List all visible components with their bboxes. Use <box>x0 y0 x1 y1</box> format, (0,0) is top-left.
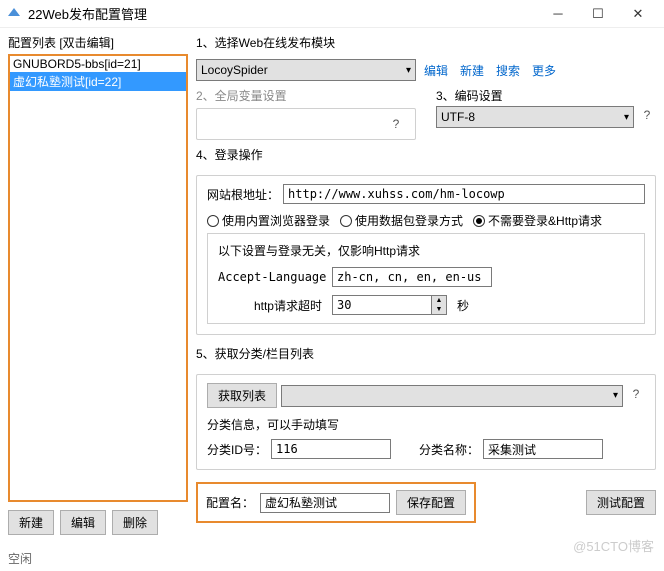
module-combo[interactable]: LocoySpider ▾ <box>196 59 416 81</box>
timeout-unit: 秒 <box>457 297 469 314</box>
titlebar: 22Web发布配置管理 ─ ☐ ✕ <box>0 0 664 28</box>
watermark: @51CTO博客 <box>573 536 654 555</box>
section2-label: 2、全局变量设置 <box>196 87 416 104</box>
cat-id-label: 分类ID号： <box>207 441 267 458</box>
help-icon[interactable]: ? <box>638 108 656 126</box>
minimize-button[interactable]: ─ <box>538 6 578 21</box>
category-combo[interactable]: ▾ <box>281 385 623 407</box>
edit-link[interactable]: 编辑 <box>420 62 452 79</box>
delete-button[interactable]: 删除 <box>112 510 158 535</box>
section4-label: 4、登录操作 <box>196 146 656 163</box>
spin-down-icon[interactable]: ▼ <box>432 305 446 314</box>
spin-up-icon[interactable]: ▲ <box>432 296 446 305</box>
get-list-button[interactable]: 获取列表 <box>207 383 277 408</box>
chevron-down-icon: ▾ <box>406 65 411 76</box>
edit-button[interactable]: 编辑 <box>60 510 106 535</box>
config-list-header: 配置列表 [双击编辑] <box>8 34 188 51</box>
module-combo-value: LocoySpider <box>201 63 268 77</box>
accept-language-input[interactable] <box>332 267 492 287</box>
close-button[interactable]: ✕ <box>618 6 658 22</box>
save-box: 配置名： 保存配置 <box>196 482 476 523</box>
config-name-input[interactable] <box>260 493 390 513</box>
timeout-input[interactable] <box>332 295 432 315</box>
login-radio-packet[interactable]: 使用数据包登录方式 <box>340 212 463 229</box>
timeout-label: http请求超时 <box>218 297 328 314</box>
encoding-value: UTF-8 <box>441 110 475 124</box>
category-info: 分类信息，可以手动填写 <box>207 416 645 433</box>
status-bar: 空闲 <box>8 550 32 567</box>
app-icon <box>6 6 22 22</box>
section1-label: 1、选择Web在线发布模块 <box>196 34 656 51</box>
help-icon[interactable]: ? <box>627 387 645 405</box>
cat-name-label: 分类名称： <box>419 441 479 458</box>
login-radio-browser[interactable]: 使用内置浏览器登录 <box>207 212 330 229</box>
test-config-button[interactable]: 测试配置 <box>586 490 656 515</box>
login-fieldset: 网站根地址： 使用内置浏览器登录 使用数据包登录方式 不需要登录&Http请求 … <box>196 175 656 335</box>
config-name-label: 配置名： <box>206 494 254 511</box>
maximize-button[interactable]: ☐ <box>578 6 618 22</box>
category-fieldset: 获取列表 ▾ ? 分类信息，可以手动填写 分类ID号： 分类名称： <box>196 374 656 470</box>
chevron-down-icon: ▾ <box>624 112 629 123</box>
accept-language-label: Accept-Language <box>218 270 328 284</box>
more-link[interactable]: 更多 <box>528 62 560 79</box>
encoding-combo[interactable]: UTF-8 ▾ <box>436 106 634 128</box>
chevron-down-icon: ▾ <box>613 390 618 401</box>
new-link[interactable]: 新建 <box>456 62 488 79</box>
help-icon[interactable]: ? <box>387 117 405 135</box>
search-link[interactable]: 搜索 <box>492 62 524 79</box>
login-radio-none[interactable]: 不需要登录&Http请求 <box>473 212 602 229</box>
list-item[interactable]: 虚幻私塾测试[id=22] <box>10 72 186 91</box>
http-subfield: 以下设置与登录无关，仅影响Http请求 Accept-Language http… <box>207 233 645 324</box>
timeout-spinner[interactable]: ▲▼ <box>332 295 447 315</box>
new-button[interactable]: 新建 <box>8 510 54 535</box>
left-panel: 配置列表 [双击编辑] GNUBORD5-bbs[id=21] 虚幻私塾测试[i… <box>8 34 188 535</box>
config-list[interactable]: GNUBORD5-bbs[id=21] 虚幻私塾测试[id=22] <box>8 54 188 502</box>
right-panel: 1、选择Web在线发布模块 LocoySpider ▾ 编辑 新建 搜索 更多 … <box>196 34 656 535</box>
http-note: 以下设置与登录无关，仅影响Http请求 <box>218 242 634 259</box>
list-item[interactable]: GNUBORD5-bbs[id=21] <box>10 56 186 72</box>
cat-name-input[interactable] <box>483 439 603 459</box>
window-title: 22Web发布配置管理 <box>28 4 538 23</box>
root-url-input[interactable] <box>283 184 645 204</box>
root-url-label: 网站根地址： <box>207 186 279 203</box>
cat-id-input[interactable] <box>271 439 391 459</box>
section3-label: 3、编码设置 <box>436 87 656 104</box>
section5-label: 5、获取分类/栏目列表 <box>196 345 656 362</box>
save-config-button[interactable]: 保存配置 <box>396 490 466 515</box>
